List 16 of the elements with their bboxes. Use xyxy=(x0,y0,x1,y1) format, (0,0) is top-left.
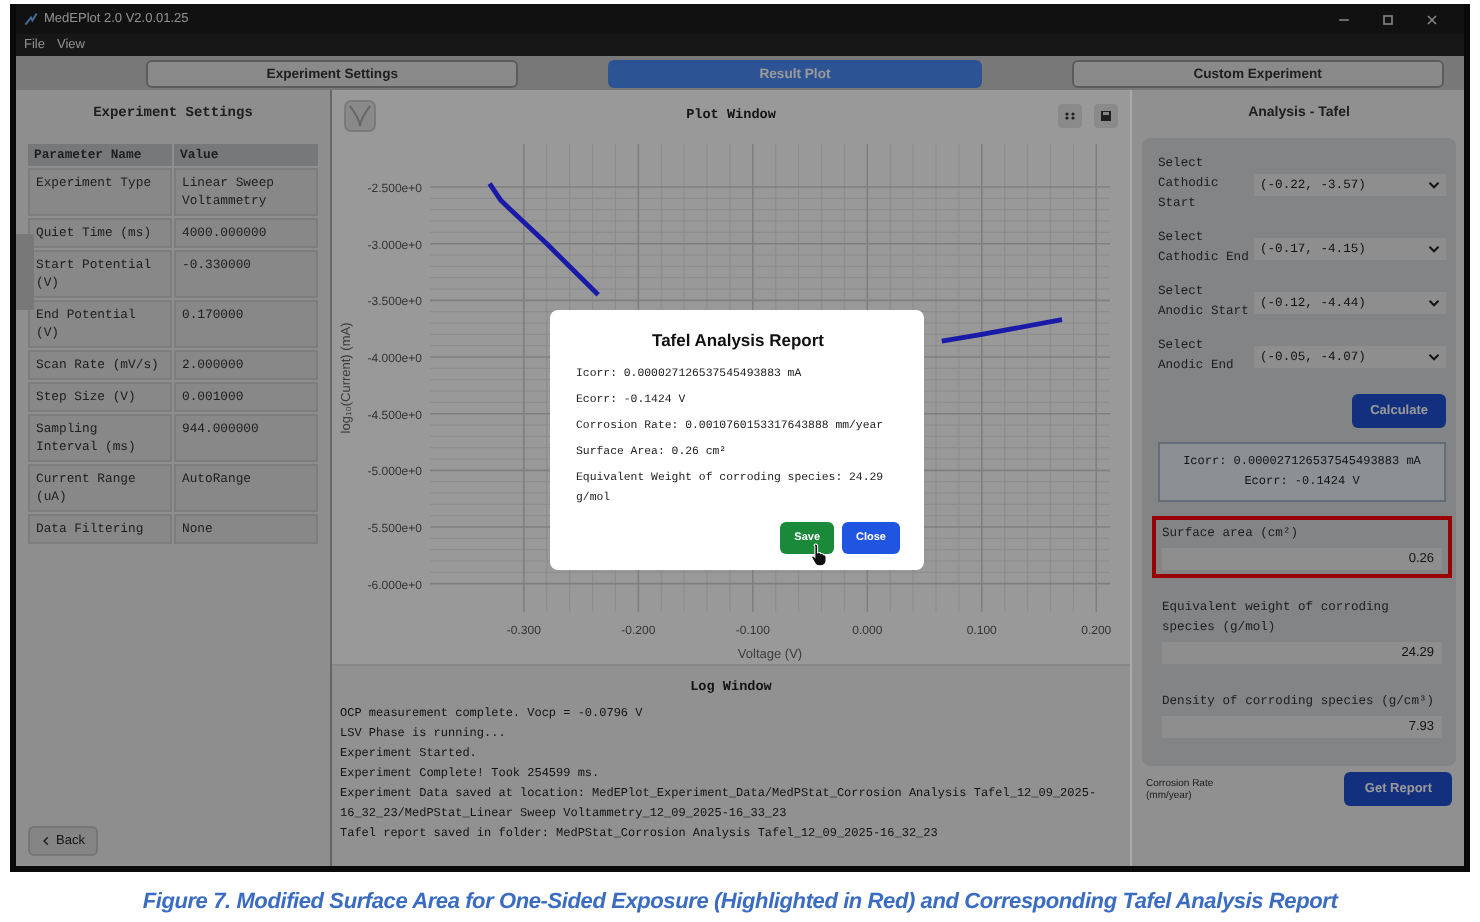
app-logo-icon xyxy=(344,99,376,131)
app-logo-icon xyxy=(24,12,38,26)
scrollbar-thumb[interactable] xyxy=(16,234,34,310)
dots-icon xyxy=(1062,107,1078,123)
figure-caption: Figure 7. Modified Surface Area for One-Sided Exposure (Highlighted in Red) and Corresponding Tafel Analysis Report xyxy=(140,888,1341,914)
dialog-title: Tafel Analysis Report xyxy=(650,330,826,350)
save-icon xyxy=(1098,107,1114,123)
close-icon[interactable] xyxy=(1424,11,1440,27)
grid-toggle-button[interactable] xyxy=(1058,103,1082,127)
chevron-down-icon xyxy=(1428,351,1440,361)
chevron-down-icon xyxy=(1428,179,1440,189)
chevron-down-icon xyxy=(1428,297,1440,307)
maximize-icon[interactable] xyxy=(1380,11,1396,27)
chevron-left-icon xyxy=(42,836,50,846)
chevron-down-icon xyxy=(1428,243,1440,253)
save-plot-button[interactable] xyxy=(1094,103,1118,127)
